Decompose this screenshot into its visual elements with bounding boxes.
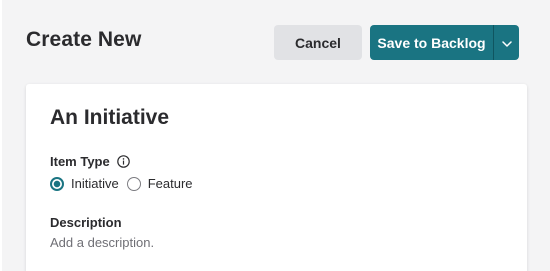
- left-divider: [0, 0, 2, 271]
- save-to-backlog-button[interactable]: Save to Backlog: [370, 25, 493, 60]
- radio-option-initiative[interactable]: Initiative: [50, 176, 119, 191]
- radio-feature[interactable]: [126, 176, 141, 191]
- radio-initiative[interactable]: [50, 176, 64, 191]
- create-new-page: Create New Cancel Save to Backlog An Ini…: [0, 0, 550, 271]
- save-button-group: Save to Backlog: [370, 25, 519, 60]
- form-title: An Initiative: [50, 106, 170, 129]
- info-icon[interactable]: [116, 155, 130, 168]
- item-type-label-row: Item Type: [50, 154, 130, 169]
- cancel-button[interactable]: Cancel: [274, 25, 362, 60]
- item-type-label: Item Type: [50, 154, 110, 169]
- radio-feature-label: Feature: [147, 176, 193, 191]
- save-options-dropdown-button[interactable]: [493, 25, 519, 60]
- radio-initiative-label: Initiative: [71, 176, 119, 191]
- page-title: Create New: [26, 28, 142, 51]
- item-type-radio-group: Initiative Feature: [50, 176, 201, 191]
- radio-option-feature[interactable]: Feature: [126, 176, 193, 191]
- description-label: Description: [50, 215, 122, 230]
- chevron-down-icon: [501, 34, 512, 52]
- description-field[interactable]: Add a description.: [50, 235, 154, 250]
- create-form-card: An Initiative Item Type Initiative Featu…: [26, 84, 527, 271]
